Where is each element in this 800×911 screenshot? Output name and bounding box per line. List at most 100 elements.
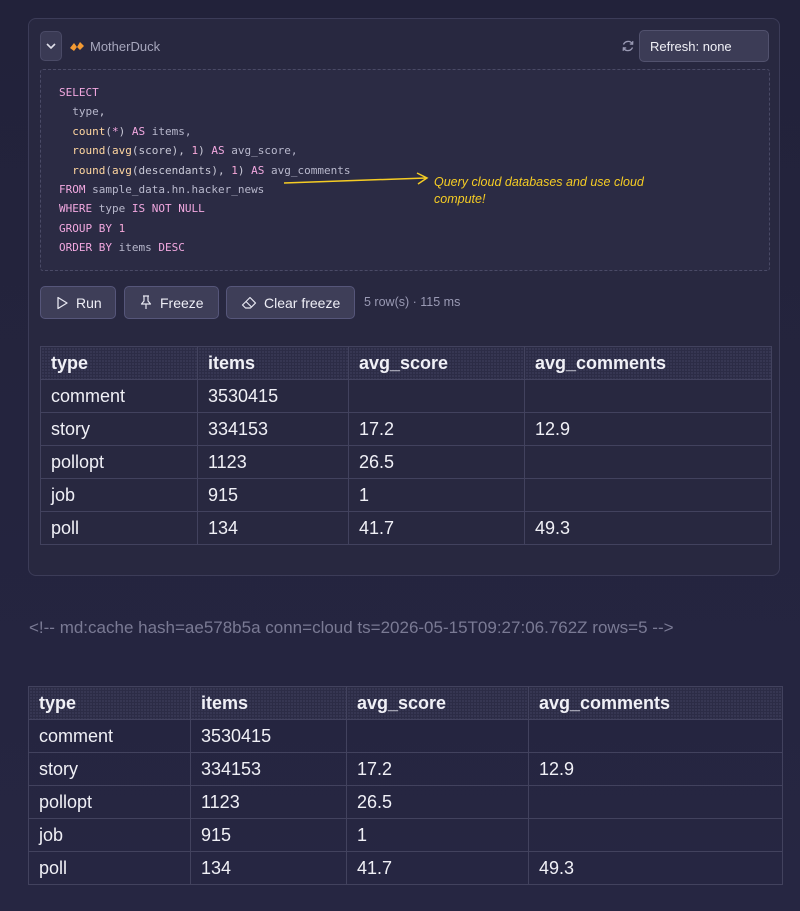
code-token: FROM xyxy=(59,183,86,196)
result-cell: 1 xyxy=(348,478,525,512)
rendered-cell xyxy=(346,719,529,753)
result-cell: 334153 xyxy=(197,412,349,446)
result-cell xyxy=(348,379,525,413)
run-label: Run xyxy=(76,294,102,311)
result-cell: 26.5 xyxy=(348,445,525,479)
result-cell: 1123 xyxy=(197,445,349,479)
code-line: type, xyxy=(59,105,105,119)
rendered-cell: 49.3 xyxy=(528,851,783,885)
result-cell: story xyxy=(40,412,198,446)
code-line: FROM sample_data.hn.hacker_news xyxy=(59,183,264,197)
connection-name: MotherDuck xyxy=(90,39,161,54)
rendered-cell: pollopt xyxy=(28,785,191,819)
refresh-icon[interactable] xyxy=(621,39,635,53)
code-token: AS xyxy=(211,144,225,158)
result-cell: comment xyxy=(40,379,198,413)
result-column-header[interactable]: avg_comments xyxy=(524,346,772,380)
sql-editor[interactable]: SELECT type, count(*) AS items, round(av… xyxy=(40,69,770,271)
code-token: avg xyxy=(112,163,132,177)
query-stats: 5 row(s) · 115 ms xyxy=(364,295,461,309)
rendered-row: story 334153 17.2 12.9 xyxy=(28,752,783,786)
refresh-label: Refresh: none xyxy=(650,38,732,54)
result-cell: 12.9 xyxy=(524,412,772,446)
rendered-cell xyxy=(528,719,783,753)
rendered-cell: 26.5 xyxy=(346,785,529,819)
chevron-down-icon xyxy=(46,42,56,49)
sql-cell: MotherDuck Refresh: none SELECT type, co… xyxy=(28,18,780,576)
code-token: ORDER BY xyxy=(59,241,112,255)
rendered-cell: 41.7 xyxy=(346,851,529,885)
result-cell xyxy=(524,379,772,413)
rendered-cell: 915 xyxy=(190,818,347,852)
code-token: WHERE xyxy=(59,202,93,216)
code-token: ( xyxy=(105,144,112,158)
code-token: , xyxy=(98,105,106,119)
rendered-cell: 17.2 xyxy=(346,752,529,786)
annotation-arrow xyxy=(284,172,429,185)
result-cell xyxy=(524,478,772,512)
code-token: ) xyxy=(198,144,212,158)
code-token: type xyxy=(72,105,99,119)
rendered-row: comment 3530415 xyxy=(28,719,783,753)
result-cell xyxy=(524,445,772,479)
motherduck-logo-icon xyxy=(70,42,84,51)
code-token: GROUP BY xyxy=(59,221,112,235)
code-token: 1 xyxy=(231,163,238,177)
cell-toolbar: MotherDuck Refresh: none xyxy=(29,19,779,75)
result-cell: 915 xyxy=(197,478,349,512)
annotation-callout: Query cloud databases and use cloud comp… xyxy=(434,175,644,206)
result-column-header[interactable]: type xyxy=(40,346,198,380)
rendered-table: type items avg_score avg_comments comment 353… xyxy=(28,686,783,885)
code-token: count xyxy=(72,124,106,138)
result-column-header[interactable]: avg_score xyxy=(348,346,525,380)
code-token: SELECT xyxy=(59,86,99,99)
code-token: ( xyxy=(105,163,112,177)
code-token: items, xyxy=(145,124,192,138)
rendered-cell: 334153 xyxy=(190,752,347,786)
freeze-button[interactable]: Freeze xyxy=(124,286,219,319)
code-line: round(avg(score), 1) AS avg_score, xyxy=(59,144,297,158)
freeze-label: Freeze xyxy=(160,294,204,311)
rendered-row: job 915 1 xyxy=(28,818,783,852)
rendered-cell: 3530415 xyxy=(190,719,347,753)
code-token: ) xyxy=(237,163,252,177)
code-line: WHERE type IS NOT NULL xyxy=(59,202,205,216)
rendered-column-header[interactable]: avg_comments xyxy=(528,686,783,720)
result-cell: 49.3 xyxy=(524,511,772,545)
result-row: poll 134 41.7 49.3 xyxy=(40,511,772,545)
rendered-cell: 1123 xyxy=(190,785,347,819)
code-token: 1 xyxy=(118,221,126,235)
run-button[interactable]: Run xyxy=(40,286,116,319)
result-cell: job xyxy=(40,478,198,512)
rendered-cell: poll xyxy=(28,851,191,885)
rendered-row: pollopt 1123 26.5 xyxy=(28,785,783,819)
code-token: avg_score, xyxy=(224,144,298,158)
refresh-select[interactable]: Refresh: none xyxy=(639,30,769,62)
rendered-column-header[interactable]: type xyxy=(28,686,191,720)
code-line: GROUP BY 1 xyxy=(59,222,125,236)
clear-freeze-button[interactable]: Clear freeze xyxy=(226,286,355,319)
result-column-header[interactable]: items xyxy=(197,346,349,380)
rendered-cell: job xyxy=(28,818,191,852)
result-cell: 134 xyxy=(197,511,349,545)
collapse-button[interactable] xyxy=(40,31,62,61)
code-token: * xyxy=(112,124,119,138)
play-icon xyxy=(57,296,68,309)
rendered-cell: story xyxy=(28,752,191,786)
cache-comment: <!-- md:cache hash=ae578b5a conn=cloud t… xyxy=(29,618,674,637)
code-token: (descendants), xyxy=(131,163,232,177)
result-row: comment 3530415 xyxy=(40,379,772,413)
code-token: avg xyxy=(112,144,132,158)
code-token: AS xyxy=(251,163,265,177)
code-token: IS NOT NULL xyxy=(131,202,205,216)
result-row: pollopt 1123 26.5 xyxy=(40,445,772,479)
result-cell: 17.2 xyxy=(348,412,525,446)
rendered-column-header[interactable]: avg_score xyxy=(346,686,529,720)
code-token: type xyxy=(92,202,132,216)
rendered-column-header[interactable]: items xyxy=(190,686,347,720)
code-token: AS xyxy=(131,124,146,138)
result-cell: 41.7 xyxy=(348,511,525,545)
